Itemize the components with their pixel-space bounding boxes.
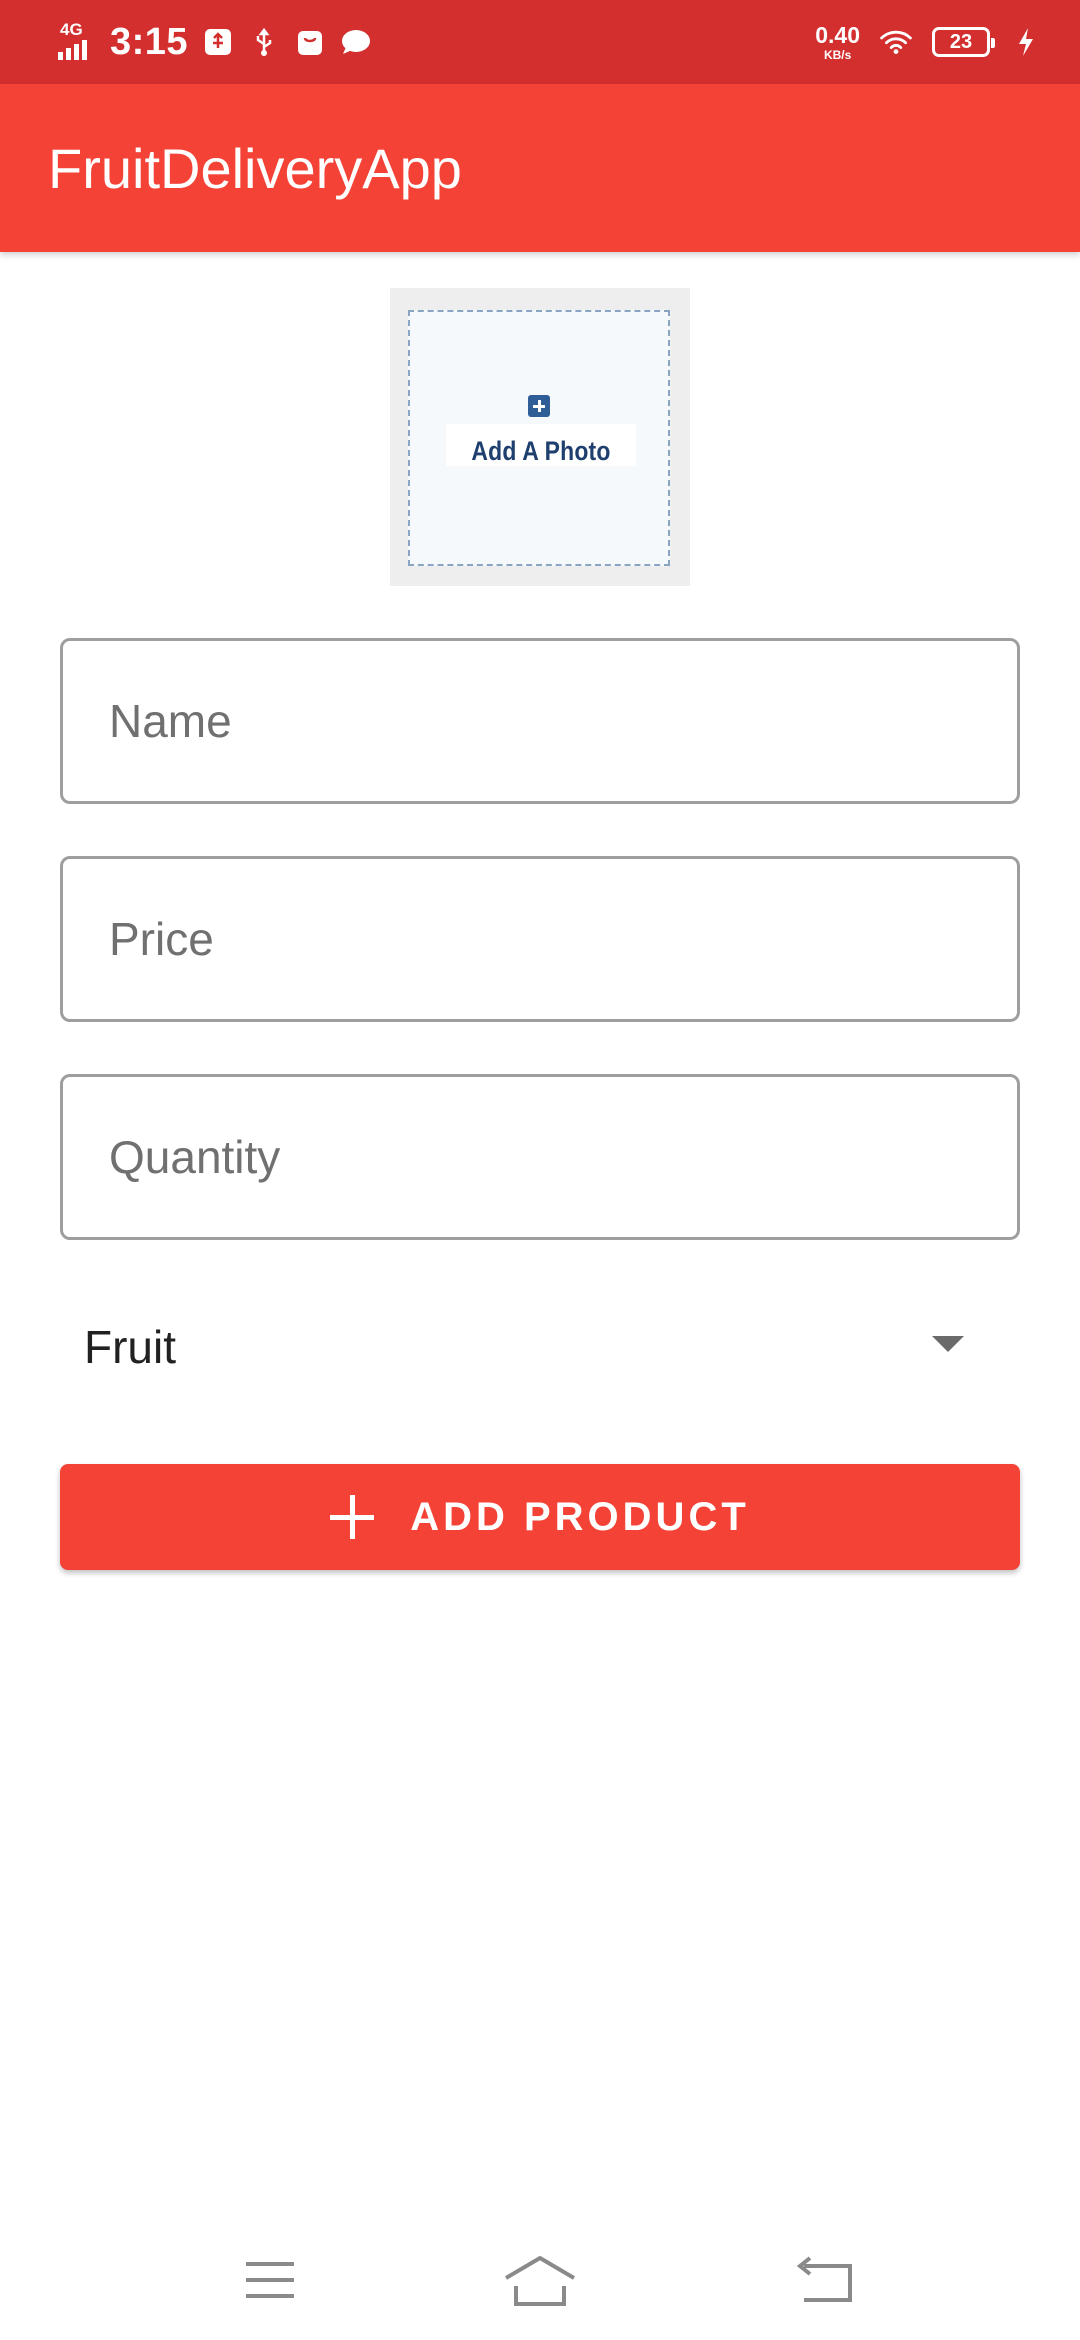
network-speed: 0.40 KB/s — [815, 21, 860, 62]
battery-level: 23 — [949, 30, 973, 53]
add-product-button[interactable]: ADD PRODUCT — [60, 1464, 1020, 1570]
category-selected-value: Fruit — [84, 1321, 176, 1373]
add-photo-picker[interactable]: Add A Photo — [390, 288, 690, 586]
price-input[interactable] — [109, 859, 969, 1019]
usb-icon — [248, 26, 280, 58]
add-photo-label: Add A Photo — [471, 436, 611, 466]
charging-icon — [1010, 26, 1042, 58]
network-speed-unit: KB/s — [823, 47, 852, 62]
quantity-input[interactable] — [109, 1077, 969, 1237]
message-icon — [340, 26, 372, 58]
plus-icon — [330, 1495, 375, 1539]
status-bar: 4G 3:15 0.40 KB/s 23 — [0, 0, 1080, 84]
category-dropdown[interactable]: Fruit — [60, 1280, 1020, 1410]
status-bar-left: 4G 3:15 — [56, 0, 372, 84]
system-nav-bar — [0, 2220, 1080, 2340]
signal-icon: 4G — [56, 20, 96, 62]
network-speed-value: 0.40 — [815, 21, 860, 48]
name-field[interactable] — [60, 638, 1020, 804]
photo-dropzone[interactable]: Add A Photo — [408, 310, 670, 566]
home-icon[interactable] — [500, 2250, 580, 2310]
add-product-label: ADD PRODUCT — [410, 1494, 750, 1539]
app-title: FruitDeliveryApp — [48, 137, 462, 200]
wifi-icon — [880, 26, 912, 58]
dropdown-arrow-icon — [932, 1336, 964, 1352]
quantity-field[interactable] — [60, 1074, 1020, 1240]
network-type: 4G — [60, 20, 83, 39]
plus-square-icon — [528, 395, 550, 417]
app-bar: FruitDeliveryApp — [0, 84, 1080, 252]
name-input[interactable] — [109, 641, 969, 801]
status-time: 3:15 — [110, 20, 189, 63]
menu-icon[interactable] — [230, 2250, 310, 2310]
status-bar-right: 0.40 KB/s 23 — [815, 0, 1042, 84]
back-icon[interactable] — [784, 2250, 864, 2310]
shopping-bag-icon — [294, 26, 326, 58]
usb-debug-icon — [202, 26, 234, 58]
battery-icon: 23 — [932, 27, 995, 57]
price-field[interactable] — [60, 856, 1020, 1022]
